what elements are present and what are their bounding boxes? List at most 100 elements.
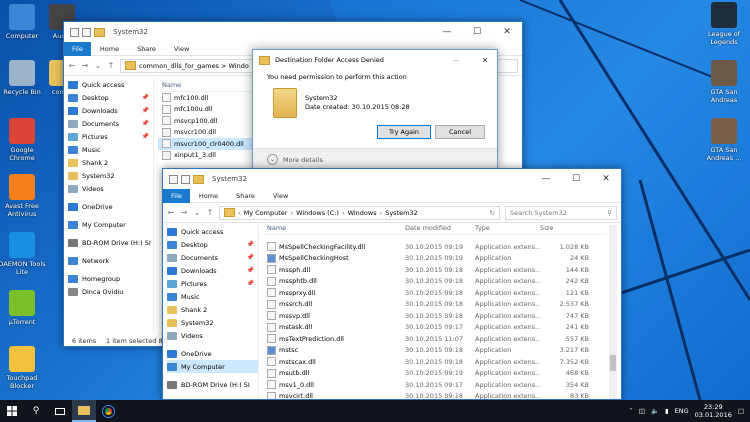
file-row[interactable]: mssph.dll 30.10.2015 09:18 Application ext… [263,264,607,276]
file-tab[interactable]: File [163,188,190,203]
nav-item-shank-2[interactable]: Shank 2 [68,156,153,169]
file-row[interactable]: mfc100u.dll [158,104,258,116]
file-row[interactable]: msTextPrediction.dll 30.10.2015 11:07 Appl… [263,333,607,345]
nav-item-my-computer[interactable]: My Computer [68,218,153,231]
up-arrow-icon[interactable]: ↑ [206,208,214,217]
nav-item-my-computer[interactable]: My Computer [167,360,258,373]
file-row[interactable]: msutb.dll 30.10.2015 09:19 Application ext… [263,368,607,380]
tab-home[interactable]: Home [91,45,128,53]
chevron-down-icon[interactable]: ⌄ [94,61,102,70]
pin-icon[interactable]: 📌 [247,280,254,287]
network-icon[interactable]: ◫ [639,407,645,415]
search-input[interactable]: Search System32 ⚲ [505,205,617,220]
desktop-icon-daemon-tools[interactable]: DAEMON Tools Lite [0,232,46,276]
desktop-icon-touchpad-blocker[interactable]: Touchpad Blocker [0,346,46,390]
nav-item-downloads[interactable]: Downloads 📌 [167,264,258,277]
pin-icon[interactable]: 📌 [142,107,149,114]
close-icon[interactable]: ✕ [492,22,522,42]
explorer-window-front[interactable]: System32 — ☐ ✕ File Home Share View ← → ⌄ … [162,168,622,400]
try-again-button[interactable]: Try Again [377,125,431,139]
breadcrumb-system32[interactable]: System32 [385,209,418,217]
quick-access-toolbar-icon[interactable] [169,174,178,184]
nav-item-pictures[interactable]: Pictures 📌 [68,130,153,143]
desktop-icon-league-of-legends[interactable]: League of Legends [700,2,748,46]
tab-share[interactable]: Share [227,192,264,200]
nav-item-documents[interactable]: Documents 📌 [68,117,153,130]
file-row[interactable]: mstscax.dll 30.10.2015 09:18 Application e… [263,356,607,368]
desktop-icon-chrome[interactable]: Google Chrome [0,118,46,162]
nav-item-shank-2[interactable]: Shank 2 [167,303,258,316]
search-icon[interactable]: ⚲ [24,400,48,422]
close-icon[interactable]: ✕ [473,56,497,65]
file-row[interactable]: msvcr100_clr0400.dll [158,138,258,150]
file-row[interactable]: mstask.dll 30.10.2015 09:17 Application ex… [263,322,607,334]
title-bar[interactable]: System32 — ☐ ✕ [163,169,621,189]
file-row[interactable]: mssprxy.dll 30.10.2015 09:18 Application e… [263,287,607,299]
column-header-name[interactable]: Name [158,78,258,92]
file-row[interactable]: msvcp100.dll [158,115,258,127]
column-type[interactable]: Type [475,224,540,232]
nav-item-videos[interactable]: Videos [167,329,258,342]
file-row[interactable]: msvcr100.dll [158,127,258,139]
column-size[interactable]: Size [540,224,595,232]
forward-arrow-icon[interactable]: → [81,61,89,70]
desktop-icon-utorrent[interactable]: µTorrent [0,290,46,326]
back-arrow-icon[interactable]: ← [68,61,76,70]
title-bar[interactable]: System32 — ☐ ✕ [64,22,522,42]
chevron-down-icon[interactable]: ⌄ [193,208,201,217]
file-tab[interactable]: File [64,41,91,56]
scrollbar-thumb[interactable] [610,355,616,371]
dialog-title-bar[interactable]: Destination Folder Access Denied — ✕ [253,50,497,70]
address-bar[interactable]: › My Computer › Windows (C:) › Windows › Sy… [219,205,500,220]
access-denied-dialog[interactable]: Destination Folder Access Denied — ✕ You… [252,49,498,171]
tab-view[interactable]: View [264,192,297,200]
properties-icon[interactable] [82,27,91,37]
nav-item-videos[interactable]: Videos [68,182,153,195]
cancel-button[interactable]: Cancel [435,125,485,139]
nav-item-homegroup[interactable]: Homegroup [68,272,153,285]
vertical-scrollbar[interactable] [609,225,617,399]
chevron-up-icon[interactable]: ˄ [630,407,633,415]
maximize-icon[interactable]: ☐ [462,22,492,42]
tab-share[interactable]: Share [128,45,165,53]
file-row[interactable]: msvcirt.dll 30.10.2015 09:18 Application e… [263,391,607,399]
close-icon[interactable]: ✕ [591,169,621,189]
nav-item-quick-access[interactable]: Quick access [68,78,153,91]
file-row[interactable]: xinput1_3.dll [158,150,258,162]
file-row[interactable]: mstsc 30.10.2015 09:18 Application 3.217 KB [263,345,607,357]
language-indicator[interactable]: ENG [675,407,689,415]
nav-item-bd-rom-drive-h-si[interactable]: BD-ROM Drive (H:) SI [68,236,153,249]
tab-view[interactable]: View [165,45,198,53]
breadcrumb-my-computer[interactable]: My Computer [244,209,288,217]
column-name[interactable]: Name [263,224,405,232]
nav-item-desktop[interactable]: Desktop 📌 [68,91,153,104]
file-row[interactable]: mfc100.dll [158,92,258,104]
clock[interactable]: 23:29 03.01.2016 [695,403,732,419]
column-date-modified[interactable]: Date modified [405,224,475,232]
file-explorer-taskbar-icon[interactable] [72,400,96,422]
nav-item-quick-access[interactable]: Quick access [167,225,258,238]
volume-icon[interactable]: 🔈 [651,407,659,415]
nav-item-system32[interactable]: System32 [68,169,153,182]
pin-icon[interactable]: 📌 [247,254,254,261]
minimize-icon[interactable]: — [444,56,468,64]
properties-icon[interactable] [181,174,190,184]
tab-home[interactable]: Home [190,192,227,200]
file-row[interactable]: mssrch.dll 30.10.2015 09:18 Application ex… [263,299,607,311]
refresh-icon[interactable]: ↻ [490,209,495,217]
nav-item-desktop[interactable]: Desktop 📌 [167,238,258,251]
task-view-icon[interactable] [48,400,72,422]
pin-icon[interactable]: 📌 [247,267,254,274]
pin-icon[interactable]: 📌 [142,120,149,127]
desktop-icon-gta[interactable]: GTA San Andreas ... [700,118,748,162]
breadcrumb-windows-c[interactable]: Windows (C:) [296,209,339,217]
forward-arrow-icon[interactable]: → [180,208,188,217]
desktop-icon-avast[interactable]: Avast Free Antivirus [0,174,46,218]
nav-item-music[interactable]: Music [167,290,258,303]
start-button[interactable] [0,400,24,422]
pin-icon[interactable]: 📌 [247,241,254,248]
file-row[interactable]: msv1_0.dll 30.10.2015 09:17 Application ex… [263,379,607,391]
nav-item-pictures[interactable]: Pictures 📌 [167,277,258,290]
minimize-icon[interactable]: — [432,22,462,42]
nav-item-onedrive[interactable]: OneDrive [68,200,153,213]
